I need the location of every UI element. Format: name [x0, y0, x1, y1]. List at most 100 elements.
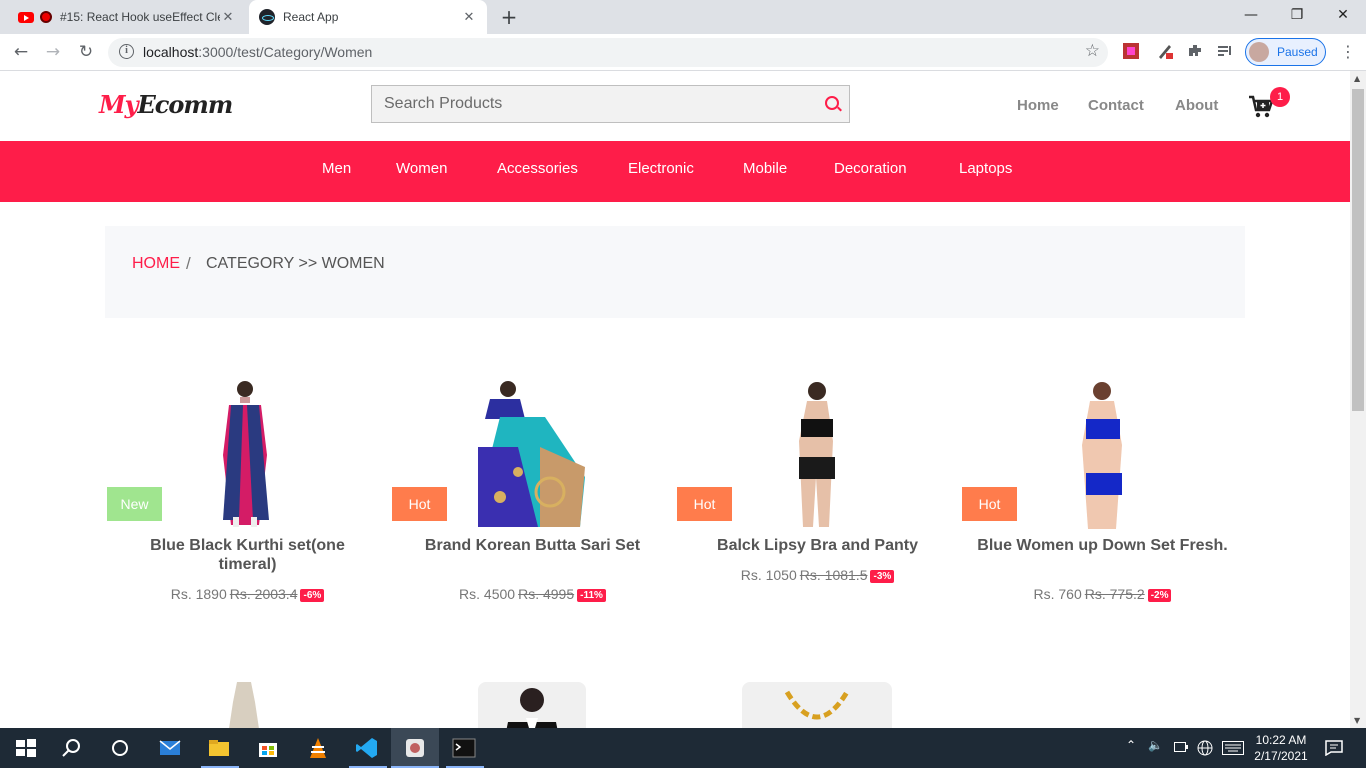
profile-button[interactable]: Paused: [1245, 38, 1326, 66]
product-image[interactable]: [478, 682, 586, 728]
reload-icon[interactable]: ↻: [75, 41, 97, 63]
minimize-button[interactable]: —: [1228, 0, 1274, 30]
globe-icon[interactable]: [1197, 740, 1213, 756]
cart-button[interactable]: 1: [1248, 87, 1290, 119]
product-price: Rs. 4500: [459, 586, 516, 602]
category-women[interactable]: Women: [396, 160, 447, 177]
scroll-up-icon[interactable]: ▲: [1354, 74, 1360, 83]
category-laptops[interactable]: Laptops: [959, 160, 1012, 177]
system-clock[interactable]: 10:22 AM 2/17/2021: [1252, 732, 1310, 764]
discount-badge: -2%: [1147, 589, 1172, 602]
clock-time: 10:22 AM: [1255, 733, 1307, 747]
site-logo[interactable]: MyEcomm: [99, 90, 234, 119]
chevron-up-icon[interactable]: ⌃: [1126, 738, 1136, 752]
category-mobile[interactable]: Mobile: [743, 160, 787, 177]
category-electronic[interactable]: Electronic: [628, 160, 694, 177]
web-page: MyEcomm Home Contact About 1 Men Women A…: [0, 71, 1350, 728]
vlc-icon[interactable]: [306, 736, 330, 760]
close-icon[interactable]: ✕: [220, 9, 236, 25]
product-tag: Hot: [677, 487, 732, 521]
url-text[interactable]: localhost:3000/test/Category/Women: [143, 44, 372, 60]
product-old-price: Rs. 1081.5: [799, 567, 868, 583]
url-path: :3000/test/Category/Women: [198, 44, 373, 60]
recording-icon: [40, 11, 52, 23]
terminal-icon[interactable]: [452, 736, 476, 760]
product-price: Rs. 760: [1033, 586, 1082, 602]
scrollbar-thumb[interactable]: [1352, 89, 1364, 411]
product-image[interactable]: [225, 682, 265, 728]
product-tag: Hot: [962, 487, 1017, 521]
breadcrumb-home-link[interactable]: HOME: [132, 255, 180, 273]
logo-second: Ecomm: [137, 90, 234, 119]
product-tag: Hot: [392, 487, 447, 521]
bookmark-star-icon[interactable]: ☆: [1085, 41, 1100, 61]
browser-tab-react-app[interactable]: React App ✕: [249, 0, 487, 34]
task-view-icon[interactable]: [108, 736, 132, 760]
product-old-price: Rs. 4995: [518, 586, 575, 602]
product-price-row: Rs. 1050 Rs. 1081.5 -3%: [675, 567, 960, 583]
logo-first: My: [99, 90, 139, 119]
product-name[interactable]: Brand Korean Butta Sari Set: [405, 536, 660, 555]
file-explorer-icon[interactable]: [207, 736, 231, 760]
extension-icon[interactable]: [1122, 42, 1140, 60]
info-icon[interactable]: i: [119, 44, 134, 59]
taskbar: ⌃ 🔈 10:22 AM 2/17/2021: [0, 728, 1366, 768]
search-bar: [371, 85, 850, 123]
product-price-row: Rs. 1890 Rs. 2003.4 -6%: [105, 586, 390, 602]
product-price-row: Rs. 760 Rs. 775.2 -2%: [960, 586, 1245, 602]
search-icon[interactable]: [825, 96, 839, 110]
product-price: Rs. 1890: [170, 586, 227, 602]
product-image[interactable]: [742, 682, 892, 728]
mail-icon[interactable]: [158, 736, 182, 760]
pen-extension-icon[interactable]: [1156, 42, 1174, 60]
close-icon[interactable]: ✕: [461, 9, 477, 25]
browser-toolbar: ← → ↻ i localhost:3000/test/Category/Wom…: [0, 34, 1366, 71]
vscode-icon[interactable]: [355, 736, 379, 760]
clock-date: 2/17/2021: [1254, 749, 1308, 763]
react-icon: [259, 9, 275, 25]
profile-status: Paused: [1277, 45, 1318, 59]
browser-tab-strip: #15: React Hook useEffect Cleanup ✕ Reac…: [0, 0, 1366, 34]
product-name[interactable]: Blue Women up Down Set Fresh.: [975, 536, 1230, 555]
volume-icon[interactable]: 🔈: [1148, 738, 1163, 752]
back-arrow-icon[interactable]: ←: [10, 41, 32, 63]
chrome-taskbar-button[interactable]: [391, 728, 439, 768]
tab-title: #15: React Hook useEffect Cleanup: [60, 10, 220, 24]
discount-badge: -6%: [300, 589, 325, 602]
product-old-price: Rs. 775.2: [1084, 586, 1145, 602]
battery-icon[interactable]: [1174, 742, 1188, 752]
store-icon[interactable]: [256, 736, 280, 760]
notification-icon[interactable]: [1325, 740, 1343, 756]
address-bar[interactable]: i localhost:3000/test/Category/Women ☆: [108, 38, 1108, 67]
menu-icon[interactable]: ⋮: [1340, 42, 1356, 61]
scroll-down-icon[interactable]: ▼: [1354, 716, 1360, 725]
chrome-profile-icon: [406, 739, 424, 757]
category-bar: Men Women Accessories Electronic Mobile …: [0, 141, 1350, 202]
nav-about-link[interactable]: About: [1175, 97, 1218, 114]
search-input[interactable]: [372, 86, 812, 122]
page-scrollbar[interactable]: ▲ ▼: [1350, 71, 1366, 728]
category-decoration[interactable]: Decoration: [834, 160, 907, 177]
puzzle-extensions-icon[interactable]: [1186, 42, 1204, 60]
media-control-icon[interactable]: [1216, 42, 1234, 60]
discount-badge: -3%: [870, 570, 895, 583]
keyboard-icon[interactable]: [1222, 741, 1244, 755]
category-accessories[interactable]: Accessories: [497, 160, 578, 177]
forward-arrow-icon[interactable]: →: [42, 41, 64, 63]
category-men[interactable]: Men: [322, 160, 351, 177]
windows-start-icon[interactable]: [14, 736, 38, 760]
nav-contact-link[interactable]: Contact: [1088, 97, 1144, 114]
product-tag: New: [107, 487, 162, 521]
tab-title: React App: [283, 10, 339, 24]
close-window-button[interactable]: ✕: [1320, 0, 1366, 30]
restore-button[interactable]: ❐: [1274, 0, 1320, 30]
product-price: Rs. 1050: [740, 567, 797, 583]
search-icon[interactable]: [60, 736, 84, 760]
product-name[interactable]: Blue Black Kurthi set(one timeral): [120, 536, 375, 574]
breadcrumb: HOME / CATEGORY >> WOMEN: [105, 226, 1245, 318]
new-tab-button[interactable]: +: [498, 6, 520, 28]
product-name[interactable]: Balck Lipsy Bra and Panty: [690, 536, 945, 555]
nav-home-link[interactable]: Home: [1017, 97, 1059, 114]
url-host: localhost: [143, 44, 199, 60]
browser-tab-youtube[interactable]: #15: React Hook useEffect Cleanup ✕: [8, 0, 246, 34]
